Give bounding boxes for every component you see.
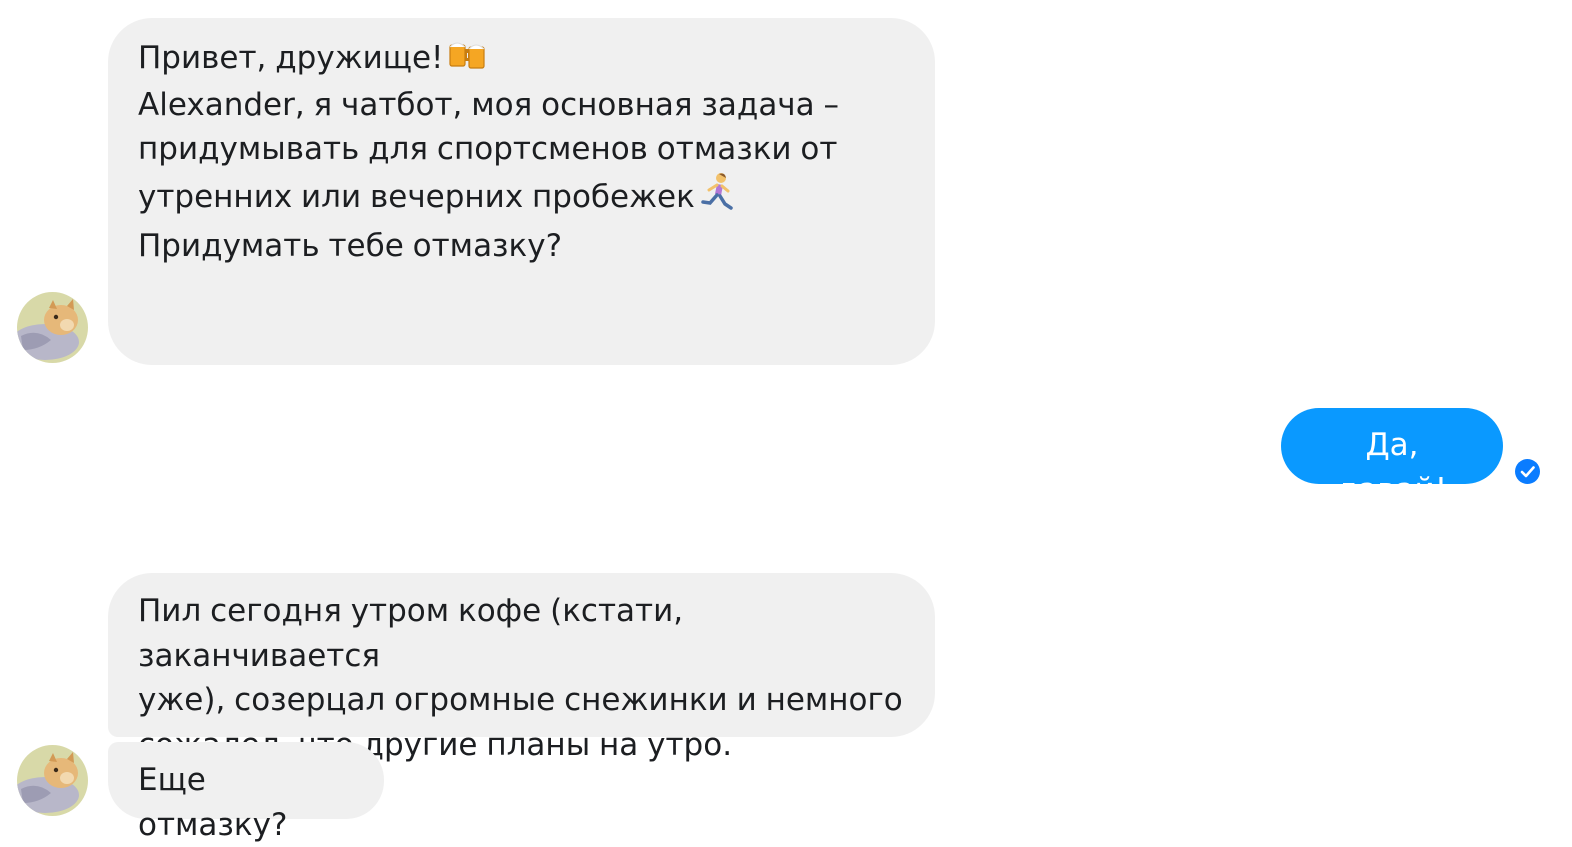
bot-message-greeting: Привет, дружище! Alexander, я чатбот, мо… <box>108 18 935 365</box>
message-text-question: Придумать тебе отмазку? <box>138 228 563 265</box>
clinking-beer-mugs-icon <box>447 36 489 83</box>
bot-message-excuse: Пил сегодня утром кофе (кстати, заканчив… <box>108 573 935 763</box>
message-text-line-greeting: Привет, дружище! <box>138 40 444 76</box>
check-circle-icon <box>1514 458 1541 485</box>
user-message-text: Да, давай! <box>1336 427 1448 508</box>
excuse-text: Пил сегодня утром кофе (кстати, заканчив… <box>138 593 903 763</box>
user-message-reply: Да, давай! <box>1281 408 1503 508</box>
more-question-text: Еще отмазку? <box>138 762 288 843</box>
woman-running-icon <box>699 172 735 225</box>
dog-avatar-icon[interactable] <box>17 745 88 816</box>
bot-message-more-question: Еще отмазку? <box>108 742 384 843</box>
dog-avatar-icon[interactable] <box>17 292 88 363</box>
